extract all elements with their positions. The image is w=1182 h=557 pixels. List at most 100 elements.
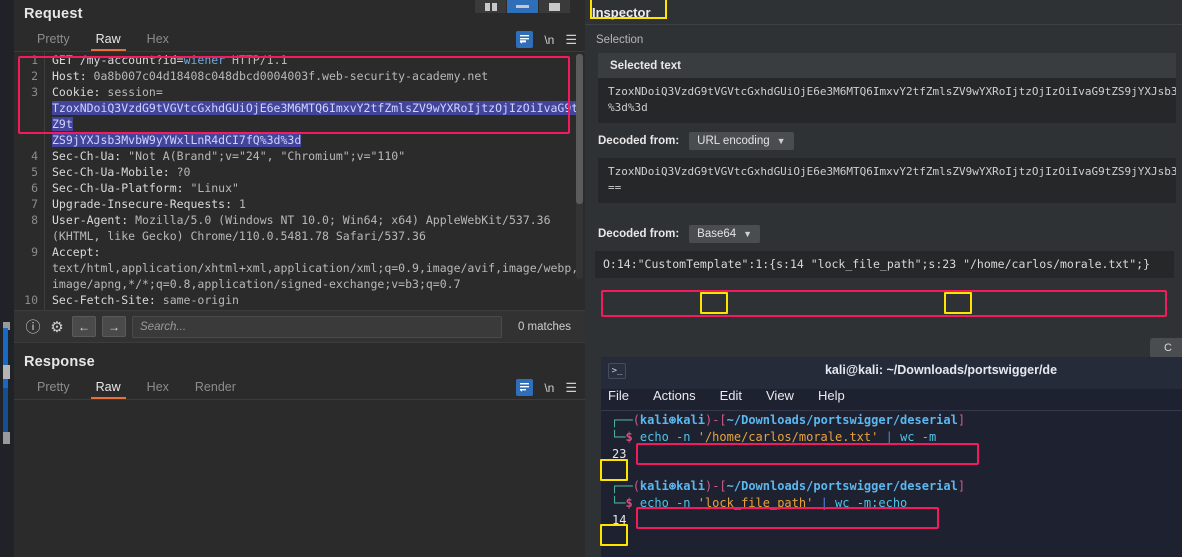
cookie-key: Cookie: xyxy=(52,85,101,99)
code-line: 11 Sec-Fetch-Mode: navigate xyxy=(14,308,585,310)
terminal-path-2: ~/Downloads/portswigger/deserial xyxy=(726,479,958,493)
chevron-down-icon: ▼ xyxy=(743,229,753,239)
annotation-inspector-title-box xyxy=(590,0,667,19)
tab-request-pretty[interactable]: Pretty xyxy=(24,32,83,51)
menu-item-actions[interactable]: Actions xyxy=(653,388,696,403)
menu-item-edit[interactable]: Edit xyxy=(720,388,742,403)
terminal-icon: >_ xyxy=(608,363,626,379)
decoded-url-label: Decoded from: xyxy=(598,135,680,147)
response-raw-editor[interactable] xyxy=(14,400,585,557)
b64-prefix: O:14:"CustomTemplate":1:{s: xyxy=(603,257,790,271)
decoded-b64-body[interactable]: O:14:"CustomTemplate":1:{s:14 "lock_file… xyxy=(595,251,1174,278)
decoded-url-body[interactable]: TzoxNDoiQ3VzdG9tVGVtcGxhdGUiOjE6e3M6MTQ6… xyxy=(598,158,1176,203)
rail-marker-b xyxy=(3,365,10,379)
header-val: navigate xyxy=(156,309,218,310)
terminal-prompt-line: ┌──(kali⊛kali)-[~/Downloads/portswigger/… xyxy=(611,479,966,493)
code-line: 9 Accept: text/html,application/xhtml+xml… xyxy=(14,244,585,292)
gear-icon[interactable]: ⚙ xyxy=(48,318,66,336)
left-rail xyxy=(0,0,14,557)
terminal-host-2: kali xyxy=(676,479,705,493)
search-input[interactable]: Search... xyxy=(132,315,502,338)
request-line-proto: HTTP/1.1 xyxy=(225,53,288,67)
tab-request-hex[interactable]: Hex xyxy=(134,32,182,51)
newline-icon[interactable]: \n xyxy=(544,33,554,47)
request-line-method: GET /my-account?id= xyxy=(52,53,184,67)
header-key: Accept: xyxy=(52,245,101,259)
selected-text-head: Selected text xyxy=(610,60,681,72)
terminal-user-1: kali xyxy=(639,413,669,427)
search-prev-button[interactable]: ← xyxy=(72,316,96,337)
code-line: 7 Upgrade-Insecure-Requests: 1 xyxy=(14,196,585,212)
layout-switch-group[interactable] xyxy=(475,0,570,13)
terminal-host-1: kali xyxy=(676,413,705,427)
layout-horizontal-split-button[interactable] xyxy=(507,0,538,13)
selected-text-line2: %3d%3d xyxy=(608,101,648,114)
decoded-b64-dropdown[interactable]: Base64 ▼ xyxy=(689,225,761,243)
menu-icon[interactable]: ☰ xyxy=(565,381,577,394)
decoded-b64-dropdown-value: Base64 xyxy=(697,228,737,240)
header-val: 1 xyxy=(232,197,246,211)
b64-len1: 14 xyxy=(789,257,804,271)
code-line: 5 Sec-Ch-Ua-Mobile: ?0 xyxy=(14,164,585,180)
menu-item-view[interactable]: View xyxy=(766,388,794,403)
terminal-cmd-str-2: 'lock_file_path' xyxy=(697,496,814,510)
terminal-dollar-2: $ xyxy=(625,496,633,510)
menu-item-help[interactable]: Help xyxy=(818,388,845,403)
code-line: 10 Sec-Fetch-Site: same-origin xyxy=(14,292,585,308)
terminal-at-1: ⊛ xyxy=(668,413,677,427)
layout-single-button[interactable] xyxy=(539,0,570,13)
rail-marker-blue-a xyxy=(3,328,8,388)
terminal-output-1: 23 xyxy=(612,447,627,461)
menu-icon[interactable]: ☰ xyxy=(565,33,577,46)
chevron-down-icon: ▼ xyxy=(776,136,786,146)
selected-text-body[interactable]: TzoxNDoiQ3VzdG9tVGVtcGxhdGUiOjE6e3M6MTQ6… xyxy=(598,78,1176,123)
terminal-cmd-pipe-2: | xyxy=(820,496,828,510)
decoded-url-dropdown[interactable]: URL encoding ▼ xyxy=(689,132,794,150)
request-scrollbar-thumb[interactable] xyxy=(576,54,583,204)
search-next-button[interactable]: → xyxy=(102,316,126,337)
header-val-cont2: image/apng,*/*;q=0.8,application/signed-… xyxy=(52,277,461,291)
terminal-user-2: kali xyxy=(639,479,669,493)
response-tabbar: Pretty Raw Hex Render \n ☰ xyxy=(14,375,585,400)
tab-response-render[interactable]: Render xyxy=(182,380,249,399)
cookie-value-line1: TzoxNDoiQ3VzdG9tVGVtcGxhdGUiOjE6e3M6MTQ6… xyxy=(52,101,579,131)
request-tabbar: Pretty Raw Hex \n ☰ xyxy=(14,27,585,52)
b64-len2: 23 xyxy=(942,257,957,271)
decoded-url-line2: == xyxy=(608,181,622,194)
tab-response-pretty[interactable]: Pretty xyxy=(24,380,83,399)
request-line-user: wiener xyxy=(183,53,226,67)
newline-icon[interactable]: \n xyxy=(544,381,554,395)
terminal-prompt-line: ┌──(kali⊛kali)-[~/Downloads/portswigger/… xyxy=(611,413,966,427)
terminal-cmd-tail-1: wc -m xyxy=(900,430,937,444)
help-icon[interactable]: ⓘ xyxy=(24,318,42,336)
rail-marker-c xyxy=(3,432,10,444)
selection-label: Selection xyxy=(596,34,644,46)
terminal-menubar: File Actions Edit View Help xyxy=(608,388,845,403)
menu-item-file[interactable]: File xyxy=(608,388,629,403)
terminal-path-1: ~/Downloads/portswigger/deserial xyxy=(726,413,958,427)
request-tab-actions: \n ☰ xyxy=(516,31,577,48)
terminal-dollar-1: $ xyxy=(625,430,633,444)
request-raw-editor[interactable]: 1 GET /my-account?id=wiener HTTP/1.1 2 H… xyxy=(14,52,585,310)
header-val: "Not A(Brand";v="24", "Chromium";v="110" xyxy=(121,149,406,163)
terminal-title: kali@kali: ~/Downloads/portswigger/de xyxy=(824,363,1058,377)
code-line: 4 Sec-Ch-Ua: "Not A(Brand";v="24", "Chro… xyxy=(14,148,585,164)
terminal-output-2: 14 xyxy=(612,513,627,527)
word-wrap-icon[interactable] xyxy=(516,31,534,48)
terminal-command-line: └─$ echo -n 'lock_file_path' | wc -m;ech… xyxy=(611,496,908,510)
inspector-corner-button[interactable]: C xyxy=(1150,338,1182,358)
cookie-value-line2: ZS9jYXJsb3MvbW9yYWxlLnR4dCI7fQ%3d%3d xyxy=(52,133,302,147)
terminal-output[interactable]: ┌──(kali⊛kali)-[~/Downloads/portswigger/… xyxy=(601,412,1182,557)
app-root: Request Pretty Raw Hex \n ☰ 1 GET /my-ac… xyxy=(0,0,1182,557)
decoded-url-dropdown-value: URL encoding xyxy=(697,135,770,147)
code-line: 6 Sec-Ch-Ua-Platform: "Linux" xyxy=(14,180,585,196)
decoded-b64-row: Decoded from: Base64 ▼ xyxy=(585,203,1182,251)
word-wrap-icon[interactable] xyxy=(516,379,534,396)
tab-request-raw[interactable]: Raw xyxy=(83,32,134,51)
tab-response-raw[interactable]: Raw xyxy=(83,380,134,399)
layout-vertical-split-button[interactable] xyxy=(475,0,506,13)
header-key: Sec-Ch-Ua-Platform: xyxy=(52,181,184,195)
tab-response-hex[interactable]: Hex xyxy=(134,380,182,399)
code-line: 1 GET /my-account?id=wiener HTTP/1.1 xyxy=(14,52,585,68)
terminal-cmd-str-1: '/home/carlos/morale.txt' xyxy=(697,430,879,444)
